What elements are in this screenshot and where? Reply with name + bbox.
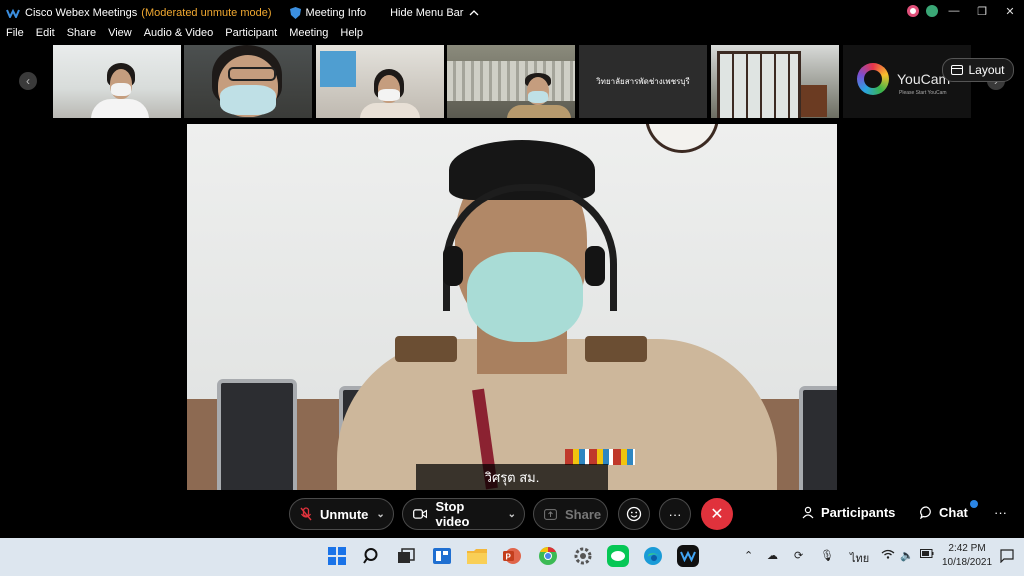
edge-browser-icon[interactable]: [642, 545, 664, 567]
unmute-button[interactable]: Unmute ⌄: [289, 498, 394, 530]
participant-video-tile[interactable]: [184, 45, 312, 118]
powerpoint-icon[interactable]: P: [501, 545, 523, 567]
more-options-button[interactable]: ···: [659, 498, 691, 530]
clock-date: 10/18/2021: [942, 557, 993, 568]
battery-icon[interactable]: [920, 549, 934, 558]
chevron-up-icon: [469, 10, 479, 16]
speaker-volume-icon[interactable]: 🔈: [900, 549, 914, 562]
chevron-down-icon[interactable]: ⌄: [376, 509, 384, 520]
muted-mic-icon: [300, 507, 312, 521]
app-title: Cisco Webex Meetings: [25, 7, 138, 19]
menu-edit[interactable]: Edit: [30, 27, 61, 43]
clock-time: 2:42 PM: [948, 543, 986, 554]
stop-video-button[interactable]: Stop video ⌄: [402, 498, 525, 530]
task-view-icon[interactable]: [395, 545, 417, 567]
participant-thumbnail-strip: ‹ วิทยาลัยสารพัดช่างเพชรบุรี YouCam Plea…: [0, 44, 1024, 120]
youcam-subtitle: Please Start YouCam: [899, 90, 947, 96]
file-explorer-icon[interactable]: [466, 545, 488, 567]
participant-name-tile[interactable]: วิทยาลัยสารพัดช่างเพชรบุรี: [579, 45, 707, 118]
stop-video-label: Stop video: [435, 499, 470, 529]
chat-label: Chat: [939, 505, 968, 520]
participant-video-tile[interactable]: [53, 45, 181, 118]
webex-logo-icon: [6, 8, 20, 18]
shield-icon: [289, 7, 301, 19]
unmute-label: Unmute: [320, 506, 369, 522]
face-mask: [467, 252, 583, 342]
notification-center-icon[interactable]: [1000, 549, 1014, 563]
end-call-button[interactable]: ✕: [701, 498, 733, 530]
menu-bar: File Edit Share View Audio & Video Parti…: [0, 27, 369, 43]
menu-audio-video[interactable]: Audio & Video: [138, 27, 220, 43]
participant-video-tile[interactable]: [711, 45, 839, 118]
smiley-icon: [626, 506, 642, 522]
menu-participant[interactable]: Participant: [219, 27, 283, 43]
chat-bubble-icon: [920, 506, 931, 519]
layout-label: Layout: [968, 63, 1005, 77]
menu-file[interactable]: File: [0, 27, 30, 43]
share-label: Share: [565, 506, 602, 522]
widgets-icon[interactable]: [431, 545, 453, 567]
chat-notification-badge: [970, 500, 978, 508]
share-button[interactable]: Share: [533, 498, 608, 530]
meeting-mode: (Moderated unmute mode): [141, 7, 272, 19]
active-speaker-video[interactable]: [187, 124, 837, 490]
participant-name-label: วิทยาลัยสารพัดช่างเพชรบุรี: [596, 77, 690, 86]
microphone-icon[interactable]: 🎙: [820, 549, 834, 562]
participants-button[interactable]: Participants: [802, 505, 895, 520]
meeting-control-bar: Unmute ⌄ Stop video ⌄ Share ··· ✕ Partic…: [0, 490, 1024, 538]
show-hidden-icons-chevron-icon[interactable]: ⌃: [744, 549, 753, 562]
menu-view[interactable]: View: [102, 27, 138, 43]
participant-video-tile[interactable]: [316, 45, 444, 118]
sync-icon[interactable]: ⟳: [794, 549, 803, 562]
close-icon: ✕: [710, 506, 724, 523]
layout-button[interactable]: Layout: [942, 58, 1014, 82]
network-health-icon[interactable]: [926, 5, 938, 17]
participant-video-tile[interactable]: [447, 45, 575, 118]
scroll-left-icon[interactable]: ‹: [19, 72, 37, 90]
share-icon: [544, 508, 557, 520]
participants-label: Participants: [821, 505, 896, 520]
close-icon[interactable]: ✕: [996, 5, 1024, 18]
speaker-name-label: วิศรุต สม.: [416, 464, 608, 490]
title-bar: Cisco Webex Meetings (Moderated unmute m…: [0, 0, 1024, 26]
svg-text:P: P: [506, 553, 512, 562]
reactions-button[interactable]: [618, 498, 650, 530]
wifi-icon[interactable]: [881, 549, 895, 559]
window-controls: — ❐ ✕: [940, 0, 1024, 22]
input-language[interactable]: ไทย: [850, 549, 869, 567]
chrome-icon[interactable]: [537, 545, 559, 567]
system-clock[interactable]: 2:42 PM 10/18/2021: [942, 542, 992, 570]
webex-app-icon[interactable]: [677, 545, 699, 567]
chevron-down-icon[interactable]: ⌄: [508, 509, 516, 520]
windows-taskbar: P ⌃ ☁ ⟳ 🎙 ไทย 🔈 2:42 PM 10/18/2021: [0, 538, 1024, 576]
overflow-menu-icon[interactable]: ···: [994, 505, 1007, 520]
settings-gear-icon[interactable]: [572, 545, 594, 567]
minimize-icon[interactable]: —: [940, 5, 968, 17]
meeting-info-label: Meeting Info: [305, 7, 367, 19]
meeting-info-button[interactable]: Meeting Info: [289, 7, 367, 19]
person-icon: [802, 506, 814, 519]
youcam-logo-icon: [857, 63, 889, 95]
chat-button[interactable]: Chat: [920, 505, 968, 520]
hide-menu-bar-label: Hide Menu Bar: [390, 7, 464, 19]
search-icon[interactable]: [361, 545, 383, 567]
layout-icon: [951, 65, 964, 75]
more-icon: ···: [668, 506, 682, 522]
video-camera-icon: [413, 509, 428, 519]
menu-share[interactable]: Share: [61, 27, 102, 43]
hide-menu-bar-button[interactable]: Hide Menu Bar: [390, 7, 479, 19]
line-app-icon[interactable]: [607, 545, 629, 567]
recording-icon[interactable]: [907, 5, 919, 17]
menu-help[interactable]: Help: [334, 27, 369, 43]
restore-icon[interactable]: ❐: [968, 5, 996, 18]
menu-meeting[interactable]: Meeting: [283, 27, 334, 43]
windows-start-icon[interactable]: [326, 545, 348, 567]
onedrive-cloud-icon[interactable]: ☁: [767, 549, 778, 562]
